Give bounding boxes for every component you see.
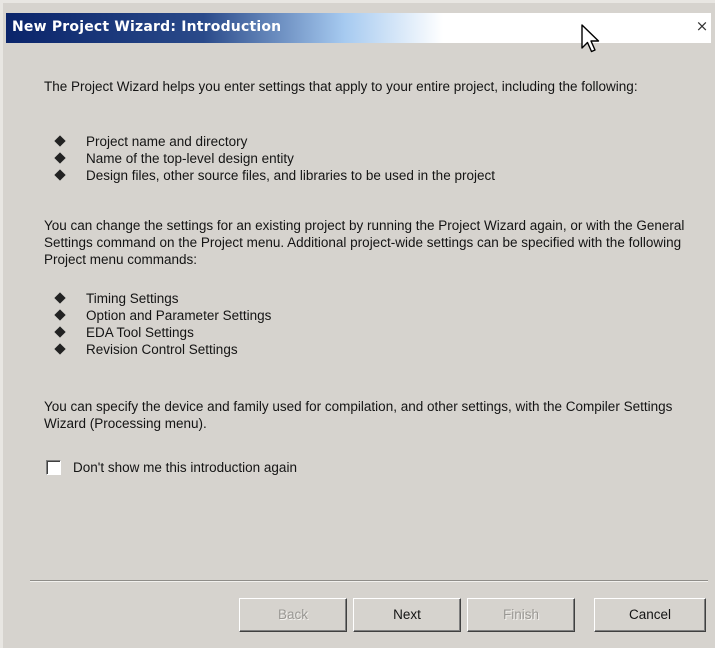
list-item-text: Option and Parameter Settings <box>86 308 272 323</box>
list-item-text: Design files, other source files, and li… <box>86 168 495 183</box>
list-item-text: Timing Settings <box>86 291 179 306</box>
bullet-icon <box>54 343 66 355</box>
intro-paragraph-3: You can specify the device and family us… <box>44 399 673 431</box>
cancel-button[interactable]: Cancel <box>594 598 706 632</box>
dont-show-again-checkbox[interactable] <box>46 459 61 475</box>
list-item-text: Project name and directory <box>86 134 248 149</box>
list-item: Project name and directory <box>54 133 495 150</box>
intro-paragraph-1: The Project Wizard helps you enter setti… <box>44 79 638 94</box>
list-item: Option and Parameter Settings <box>54 307 272 324</box>
bullet-icon <box>54 292 66 304</box>
close-button[interactable]: × <box>692 15 712 37</box>
list-item: Name of the top-level design entity <box>54 150 495 167</box>
intro-paragraph-2: You can change the settings for an exist… <box>44 218 685 267</box>
dont-show-again-label[interactable]: Don't show me this introduction again <box>73 460 297 475</box>
list-item: Timing Settings <box>54 290 271 307</box>
button-separator <box>30 580 708 582</box>
title-bar[interactable]: New Project Wizard: Introduction × <box>6 13 711 43</box>
bullet-icon <box>54 169 66 181</box>
bullet-icon <box>54 135 66 147</box>
project-settings-list: Project name and directory Name of the t… <box>54 133 495 184</box>
bullet-icon <box>54 152 66 164</box>
bullet-icon <box>54 326 66 338</box>
list-item-text: Name of the top-level design entity <box>86 151 294 166</box>
dont-show-again-option[interactable]: Don't show me this introduction again <box>46 457 297 477</box>
mouse-cursor-icon <box>581 24 600 53</box>
list-item: Design files, other source files, and li… <box>54 167 495 184</box>
list-item-text: EDA Tool Settings <box>86 325 194 340</box>
list-item: EDA Tool Settings <box>54 324 271 341</box>
list-item: Revision Control Settings <box>54 341 271 358</box>
project-menu-commands-list: Timing Settings Option and Parameter Set… <box>54 290 272 358</box>
back-button[interactable]: Back <box>239 598 347 632</box>
bullet-icon <box>54 309 66 321</box>
next-button[interactable]: Next <box>353 598 461 632</box>
window-title: New Project Wizard: Introduction <box>12 19 282 35</box>
finish-button[interactable]: Finish <box>467 598 575 632</box>
list-item-text: Revision Control Settings <box>86 342 238 357</box>
